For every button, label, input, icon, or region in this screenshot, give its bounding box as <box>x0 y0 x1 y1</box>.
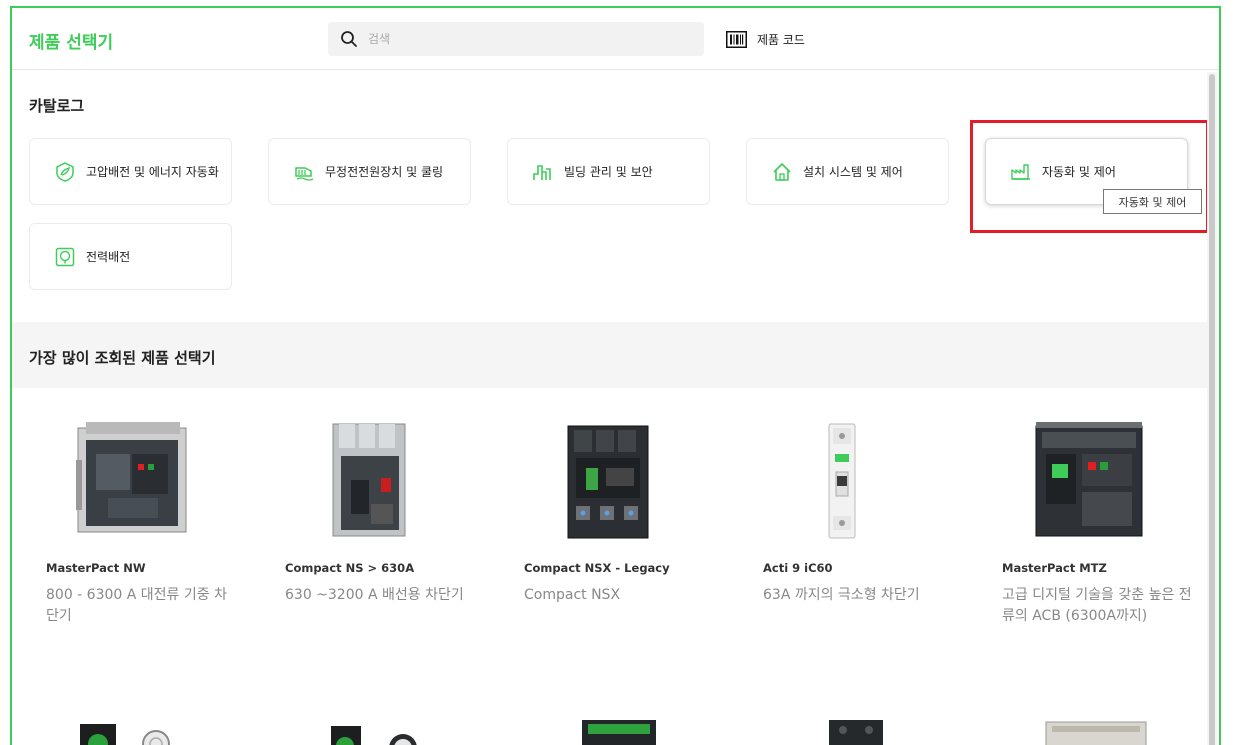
product-name: MasterPact NW <box>46 561 146 575</box>
search-icon <box>341 31 357 47</box>
product-name: Compact NSX - Legacy <box>524 561 670 575</box>
scrollbar-thumb[interactable] <box>1209 74 1215 745</box>
product-card-plc[interactable] <box>1002 708 1212 745</box>
ups-cooling-icon <box>295 166 314 181</box>
drive-image <box>829 720 883 745</box>
product-name: MasterPact MTZ <box>1002 561 1107 575</box>
highlight-annotation-box <box>970 120 1209 233</box>
vertical-scrollbar[interactable] <box>1207 72 1217 745</box>
header-bar: 제품 선택기 제품 코드 <box>12 8 1219 70</box>
barcode-icon <box>726 30 747 48</box>
catalog-item-mv-energy[interactable]: 고압배전 및 에너지 자동화 <box>29 138 232 205</box>
catalog-item-label: 무정전전원장치 및 쿨링 <box>325 164 444 179</box>
catalog-item-installation-control[interactable]: 설치 시스템 및 제어 <box>746 138 949 205</box>
catalog-item-label: 빌딩 관리 및 보안 <box>564 164 653 179</box>
product-desc: 630 ~3200 A 배선용 차단기 <box>285 587 464 603</box>
product-name: Compact NS > 630A <box>285 561 415 575</box>
product-desc: 800 - 6300 A 대전류 기중 차단기 <box>46 587 227 624</box>
catalog-item-building-security[interactable]: 빌딩 관리 및 보안 <box>507 138 710 205</box>
popular-title: 가장 많이 조회된 제품 선택기 <box>29 349 216 367</box>
product-card-pushbutton-1[interactable] <box>46 708 256 745</box>
leaf-shield-icon <box>56 161 74 182</box>
plc-image <box>1045 721 1147 745</box>
house-icon <box>773 162 791 181</box>
product-card-pushbutton-2[interactable] <box>285 708 495 745</box>
product-desc: Compact NSX <box>524 587 621 603</box>
masterpact-nw-image <box>76 422 187 533</box>
app-title[interactable]: 제품 선택기 <box>29 28 113 53</box>
product-desc: 고급 디지털 기술을 갖춘 높은 전류의 ACB (6300A까지) <box>1002 587 1192 624</box>
product-card-contactor[interactable] <box>524 708 734 745</box>
catalog-item-power-distribution[interactable]: 전력배전 <box>29 223 232 290</box>
product-name: Acti 9 iC60 <box>763 561 833 575</box>
masterpact-mtz-image <box>1035 422 1143 537</box>
product-card-drive[interactable] <box>763 708 973 745</box>
compact-ns-image <box>332 423 406 537</box>
product-code-label: 제품 코드 <box>757 32 805 47</box>
search-input[interactable] <box>368 28 688 50</box>
catalog-item-label: 전력배전 <box>86 249 131 264</box>
power-distribution-icon <box>55 247 75 266</box>
catalog-item-label: 설치 시스템 및 제어 <box>803 164 903 179</box>
catalog-item-label: 고압배전 및 에너지 자동화 <box>86 164 219 179</box>
acti9-ic60-image <box>828 423 856 539</box>
contactor-image <box>582 720 656 745</box>
tooltip: 자동화 및 제어 <box>1103 189 1202 214</box>
product-code-button[interactable]: 제품 코드 <box>726 28 805 50</box>
building-signal-icon <box>533 164 551 180</box>
product-selector-window: 제품 선택기 제품 코드 카탈로그 고압배전 및 <box>10 6 1221 745</box>
pushbutton-image <box>331 726 417 745</box>
catalog-item-ups-cooling[interactable]: 무정전전원장치 및 쿨링 <box>268 138 471 205</box>
search-box[interactable] <box>328 22 704 56</box>
pushbutton-image <box>80 724 170 745</box>
compact-nsx-image <box>567 425 649 539</box>
product-desc: 63A 까지의 극소형 차단기 <box>763 587 920 603</box>
catalog-title: 카탈로그 <box>29 97 85 115</box>
